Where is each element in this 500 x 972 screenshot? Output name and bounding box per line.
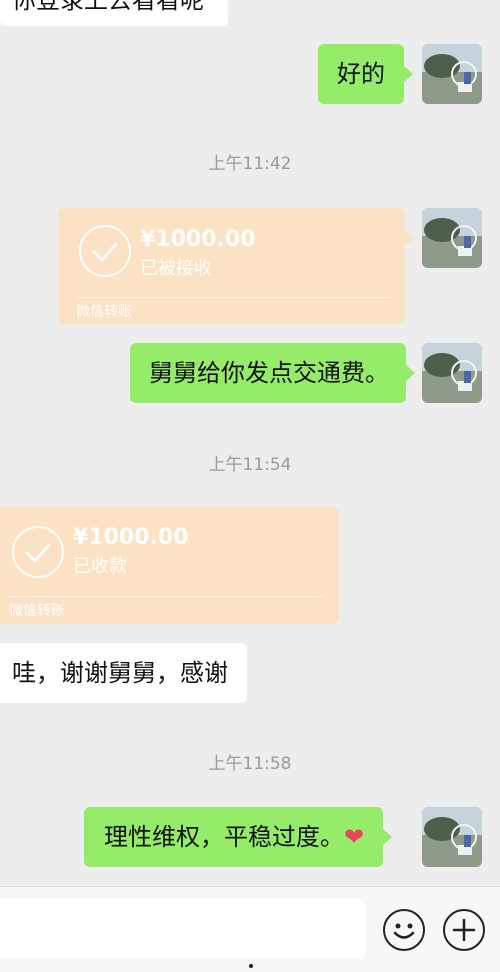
message-text: 好的 [337, 60, 385, 88]
transfer-status: 已收款 [73, 556, 127, 577]
transfer-footer: 微信转账 [9, 603, 65, 619]
heart-emoji: ❤ [344, 823, 365, 851]
input-bar [0, 886, 500, 972]
transfer-card-sent[interactable]: ¥1000.00 已被接收 微信转账 [58, 208, 414, 324]
avatar-image [422, 44, 482, 104]
transfer-status: 已被接收 [140, 258, 212, 279]
message-text: 理性维权，平稳过度。 [104, 823, 344, 851]
divider [9, 596, 325, 597]
timestamp: 上午11:58 [208, 754, 292, 774]
divider [76, 297, 393, 298]
timestamp: 上午11:54 [208, 455, 292, 475]
message-text: 你登录上去看看呢 [12, 0, 204, 14]
avatar-image [422, 807, 482, 867]
check-circle-icon [12, 526, 64, 578]
cursor-dot [249, 964, 253, 968]
avatar[interactable] [422, 807, 482, 867]
avatar-image [422, 208, 482, 268]
message-text: 哇，谢谢舅舅，感谢 [12, 659, 228, 687]
message-text: 舅舅给你发点交通费。 [149, 359, 389, 387]
transfer-footer: 微信转账 [76, 304, 132, 320]
check-circle-icon [79, 225, 131, 277]
message-thanks[interactable]: 哇，谢谢舅舅，感谢 [0, 643, 247, 703]
plus-icon[interactable] [443, 909, 485, 951]
message-input[interactable] [0, 899, 366, 959]
avatar[interactable] [422, 44, 482, 104]
message-partial-top: 你登录上去看看呢 [0, 0, 228, 26]
transfer-amount: ¥1000.00 [73, 525, 189, 550]
message-uncle-gift[interactable]: 舅舅给你发点交通费。 [130, 343, 415, 403]
smiley-icon[interactable] [383, 909, 425, 951]
avatar[interactable] [422, 208, 482, 268]
message-ok[interactable]: 好的 [318, 44, 413, 104]
transfer-card-received[interactable]: ¥1000.00 已收款 微信转账 [0, 507, 339, 624]
message-final[interactable]: 理性维权，平稳过度。❤ [84, 807, 393, 867]
transfer-amount: ¥1000.00 [140, 227, 256, 252]
timestamp: 上午11:42 [208, 154, 292, 174]
avatar[interactable] [422, 343, 482, 403]
avatar-image [422, 343, 482, 403]
